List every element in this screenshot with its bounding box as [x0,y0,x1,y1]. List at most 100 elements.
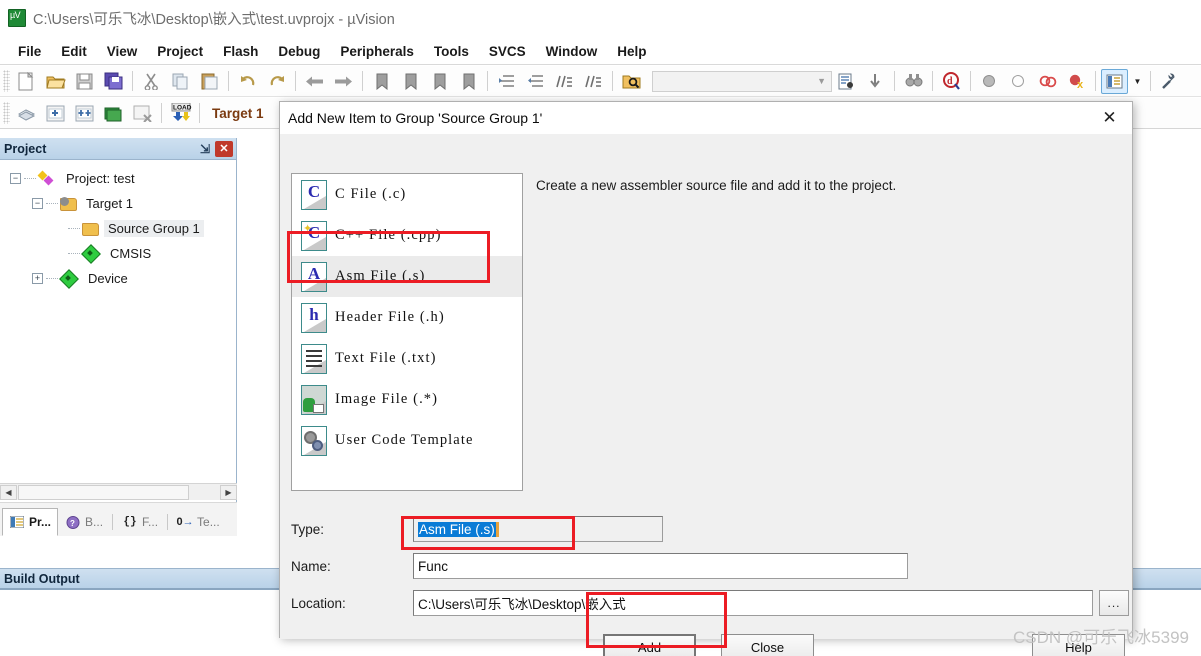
scroll-right-icon[interactable]: ▶ [220,484,237,500]
expander-plus-icon[interactable]: + [32,273,43,284]
menu-project[interactable]: Project [147,41,213,62]
location-field-row: Location: C:\Users\可乐飞冰\Desktop\嵌入式 ... [291,590,1131,616]
close-icon[interactable]: ✕ [215,140,233,157]
type-input[interactable]: Asm File (.s) [413,516,663,542]
uncomment-icon[interactable] [580,69,607,94]
search-combo[interactable]: ▼ [652,70,832,92]
menu-flash[interactable]: Flash [213,41,268,62]
pin-icon[interactable]: ⇲ [197,142,213,156]
gear-icon [312,439,323,451]
name-value: Func [418,558,449,574]
breakpoint-disable-icon[interactable] [1034,69,1061,94]
navigate-back-icon[interactable] [301,69,328,94]
bookmark-jump-icon[interactable] [862,69,889,94]
tree-item-source-group[interactable]: Source Group 1 [6,216,236,241]
file-type-template[interactable]: User Code Template [292,420,522,461]
project-panel-tabs: Pr... ? B... {} F... 0 → Te... [0,502,237,536]
open-file-icon[interactable] [42,69,69,94]
cut-icon[interactable] [138,69,165,94]
binoculars-icon[interactable] [900,69,927,94]
file-type-list[interactable]: C C File (.c) ✦ C C++ File (.cpp) A Asm F… [291,173,523,491]
breakpoint-kill-icon[interactable]: x [1063,69,1090,94]
menu-file[interactable]: File [8,41,51,62]
location-input[interactable]: C:\Users\可乐飞冰\Desktop\嵌入式 [413,590,1093,616]
tab-books[interactable]: ? B... [58,508,110,536]
add-button[interactable]: Add [603,634,696,656]
bookmark-prev-icon[interactable] [397,69,424,94]
menu-edit[interactable]: Edit [51,41,97,62]
window-manager-icon[interactable] [1101,68,1128,94]
download-icon[interactable]: LOAD [167,101,194,126]
scrollbar-thumb[interactable] [18,484,189,500]
asm-file-glyph: A [307,263,321,283]
menu-help[interactable]: Help [607,41,656,62]
menu-tools[interactable]: Tools [424,41,479,62]
rebuild-icon[interactable] [71,101,98,126]
bookmark-clear-icon[interactable] [455,69,482,94]
file-type-cpp[interactable]: ✦ C C++ File (.cpp) [292,215,522,256]
tree-item-cmsis[interactable]: CMSIS [6,241,236,266]
books-tab-icon: ? [65,515,81,529]
debug-session-icon[interactable]: d [938,69,965,94]
menu-view[interactable]: View [97,41,148,62]
translate-icon[interactable] [13,101,40,126]
paste-icon[interactable] [196,69,223,94]
comment-icon[interactable] [551,69,578,94]
browse-button[interactable]: ... [1099,590,1129,616]
redo-icon[interactable] [263,69,290,94]
close-button[interactable]: Close [721,634,814,656]
name-input[interactable]: Func [413,553,908,579]
breakpoint-insert-icon[interactable] [976,69,1003,94]
configure-icon[interactable] [1156,69,1183,94]
menu-svcs[interactable]: SVCS [479,41,536,62]
file-type-header[interactable]: h Header File (.h) [292,297,522,338]
close-icon[interactable]: ✕ [1087,103,1132,134]
build-icon[interactable] [42,101,69,126]
window-manager-dropdown-icon[interactable]: ▼ [1130,69,1145,94]
file-type-c[interactable]: C C File (.c) [292,174,522,215]
image-file-icon [301,384,327,415]
save-all-icon[interactable] [100,69,127,94]
batch-build-icon[interactable] [100,101,127,126]
find-in-files-icon[interactable] [618,69,645,94]
save-icon[interactable] [71,69,98,94]
tab-project[interactable]: Pr... [2,508,59,536]
dialog-titlebar: Add New Item to Group 'Source Group 1' ✕ [280,102,1132,134]
file-type-label: Header File (.h) [335,309,445,325]
stop-build-icon[interactable] [129,101,156,126]
undo-icon[interactable] [234,69,261,94]
breakpoint-remove-icon[interactable] [1005,69,1032,94]
menu-window[interactable]: Window [536,41,608,62]
file-type-asm[interactable]: A Asm File (.s) [292,256,522,297]
new-file-icon[interactable] [13,69,40,94]
tab-templates[interactable]: 0 → Te... [170,508,227,536]
add-new-item-dialog: Add New Item to Group 'Source Group 1' ✕… [279,101,1133,656]
toolbar-separator [295,71,296,91]
project-tree-hscrollbar[interactable]: ◀ ▶ [0,483,237,500]
toolbar-grip[interactable] [3,102,10,124]
outdent-icon[interactable] [522,69,549,94]
file-type-text[interactable]: Text File (.txt) [292,338,522,379]
bookmark-next-icon[interactable] [426,69,453,94]
menu-peripherals[interactable]: Peripherals [330,41,424,62]
toolbar-grip[interactable] [3,70,10,92]
bookmark-toggle-icon[interactable] [368,69,395,94]
tree-item-device[interactable]: + Device [6,266,236,291]
tree-item-target[interactable]: − Target 1 [6,191,236,216]
indent-icon[interactable] [493,69,520,94]
expander-minus-icon[interactable]: − [10,173,21,184]
menu-debug[interactable]: Debug [268,41,330,62]
navigate-forward-icon[interactable] [330,69,357,94]
tree-item-label: Project: test [66,171,135,186]
toolbar-separator [1150,71,1151,91]
watermark: CSDN @可乐飞冰5399 [1013,628,1189,647]
tab-functions[interactable]: {} F... [115,508,165,536]
file-type-image[interactable]: Image File (.*) [292,379,522,420]
scroll-left-icon[interactable]: ◀ [0,484,17,500]
file-search-icon[interactable] [833,69,860,94]
copy-icon[interactable] [167,69,194,94]
target-selector[interactable]: Target 1 [212,106,264,121]
tree-item-project[interactable]: − Project: test [6,166,236,191]
file-type-description: Create a new assembler source file and a… [536,178,897,193]
expander-minus-icon[interactable]: − [32,198,43,209]
